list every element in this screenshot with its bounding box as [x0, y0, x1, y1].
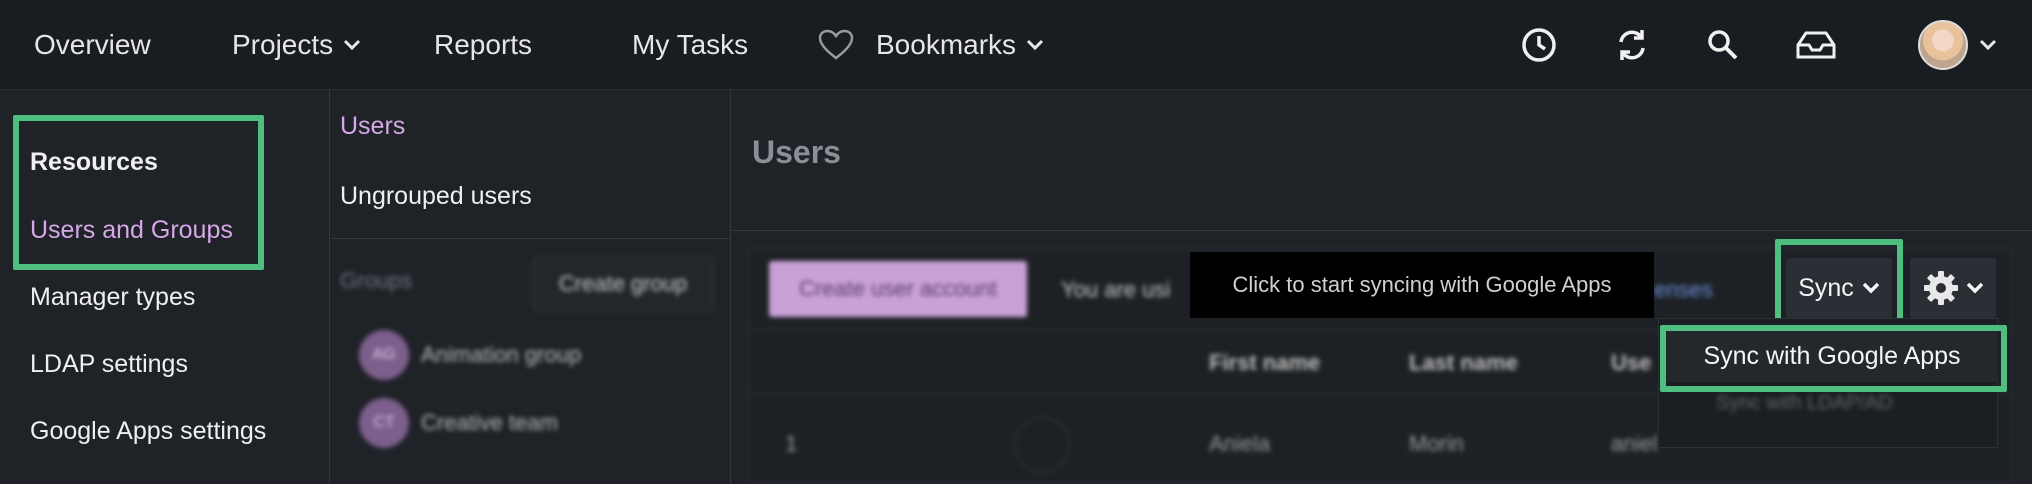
- license-usage-text: You are usi: [1061, 277, 1171, 302]
- chevron-down-icon: [1966, 282, 1984, 294]
- heart-icon: [818, 29, 854, 60]
- create-group-button[interactable]: Create group: [533, 257, 713, 311]
- nav-bookmarks[interactable]: Bookmarks: [818, 0, 1044, 90]
- nav-overview-label: Overview: [34, 29, 151, 60]
- nav-reports-label: Reports: [434, 29, 533, 60]
- gear-icon: [1924, 271, 1958, 305]
- column-header-last-name[interactable]: Last name: [1409, 350, 1518, 376]
- sidebar-item-google-apps-settings[interactable]: Google Apps settings: [30, 417, 266, 446]
- group-item[interactable]: CT Creative team: [359, 398, 558, 448]
- group-name: Animation group: [421, 342, 582, 367]
- group-badge: CT: [359, 398, 409, 448]
- nav-projects[interactable]: Projects: [232, 0, 361, 90]
- sync-tooltip: Click to start syncing with Google Apps: [1190, 252, 1654, 318]
- avatar[interactable]: [1918, 20, 1968, 70]
- cell-first-name: Aniela: [1209, 431, 1271, 456]
- group-item[interactable]: AG Animation group: [359, 330, 581, 380]
- chevron-down-icon: [344, 39, 361, 51]
- nav-bookmarks-label: Bookmarks: [876, 29, 1017, 60]
- users-subnav: Users Ungrouped users Groups Create grou…: [331, 90, 731, 484]
- sidebar-item-ldap-settings[interactable]: LDAP settings: [30, 350, 188, 379]
- chevron-down-icon[interactable]: [1979, 38, 1997, 52]
- sync-icon[interactable]: [1609, 22, 1655, 68]
- chevron-down-icon: [1026, 39, 1044, 51]
- nav-my-tasks-label: My Tasks: [632, 29, 749, 60]
- create-user-account-button[interactable]: Create user account: [769, 261, 1027, 317]
- subnav-item-ungrouped-users[interactable]: Ungrouped users: [340, 182, 532, 211]
- sidebar-item-manager-types[interactable]: Manager types: [30, 283, 195, 312]
- top-navigation: Overview Projects Reports My Tasks Bookm…: [0, 0, 2032, 90]
- nav-reports[interactable]: Reports: [434, 0, 532, 90]
- nav-projects-label: Projects: [232, 29, 334, 60]
- menu-item-sync-ldap[interactable]: Sync with LDAP/AD: [1716, 392, 1893, 415]
- settings-button[interactable]: [1910, 258, 1996, 318]
- divider: [331, 238, 731, 239]
- highlight-box: [13, 115, 264, 270]
- row-number: 1: [785, 431, 798, 456]
- cell-last-name: Morin: [1409, 431, 1465, 456]
- page-title: Users: [752, 134, 841, 170]
- search-icon[interactable]: [1700, 22, 1746, 68]
- divider: [732, 230, 2032, 231]
- nav-overview[interactable]: Overview: [34, 0, 151, 90]
- cell-username: aniel: [1611, 431, 1658, 456]
- groups-label: Groups: [340, 268, 413, 293]
- clock-icon[interactable]: [1516, 22, 1562, 68]
- subnav-item-users[interactable]: Users: [340, 112, 405, 141]
- group-name: Creative team: [421, 410, 558, 435]
- licenses-link[interactable]: enses: [1654, 277, 1713, 303]
- column-header-first-name[interactable]: First name: [1209, 350, 1320, 376]
- highlight-box: [1775, 239, 1903, 326]
- inbox-icon[interactable]: [1793, 22, 1839, 68]
- nav-my-tasks[interactable]: My Tasks: [632, 0, 748, 90]
- group-badge: AG: [359, 330, 409, 380]
- user-avatar: [1014, 417, 1070, 473]
- highlight-box: [1660, 325, 2007, 392]
- column-header-username[interactable]: Use: [1611, 350, 1651, 376]
